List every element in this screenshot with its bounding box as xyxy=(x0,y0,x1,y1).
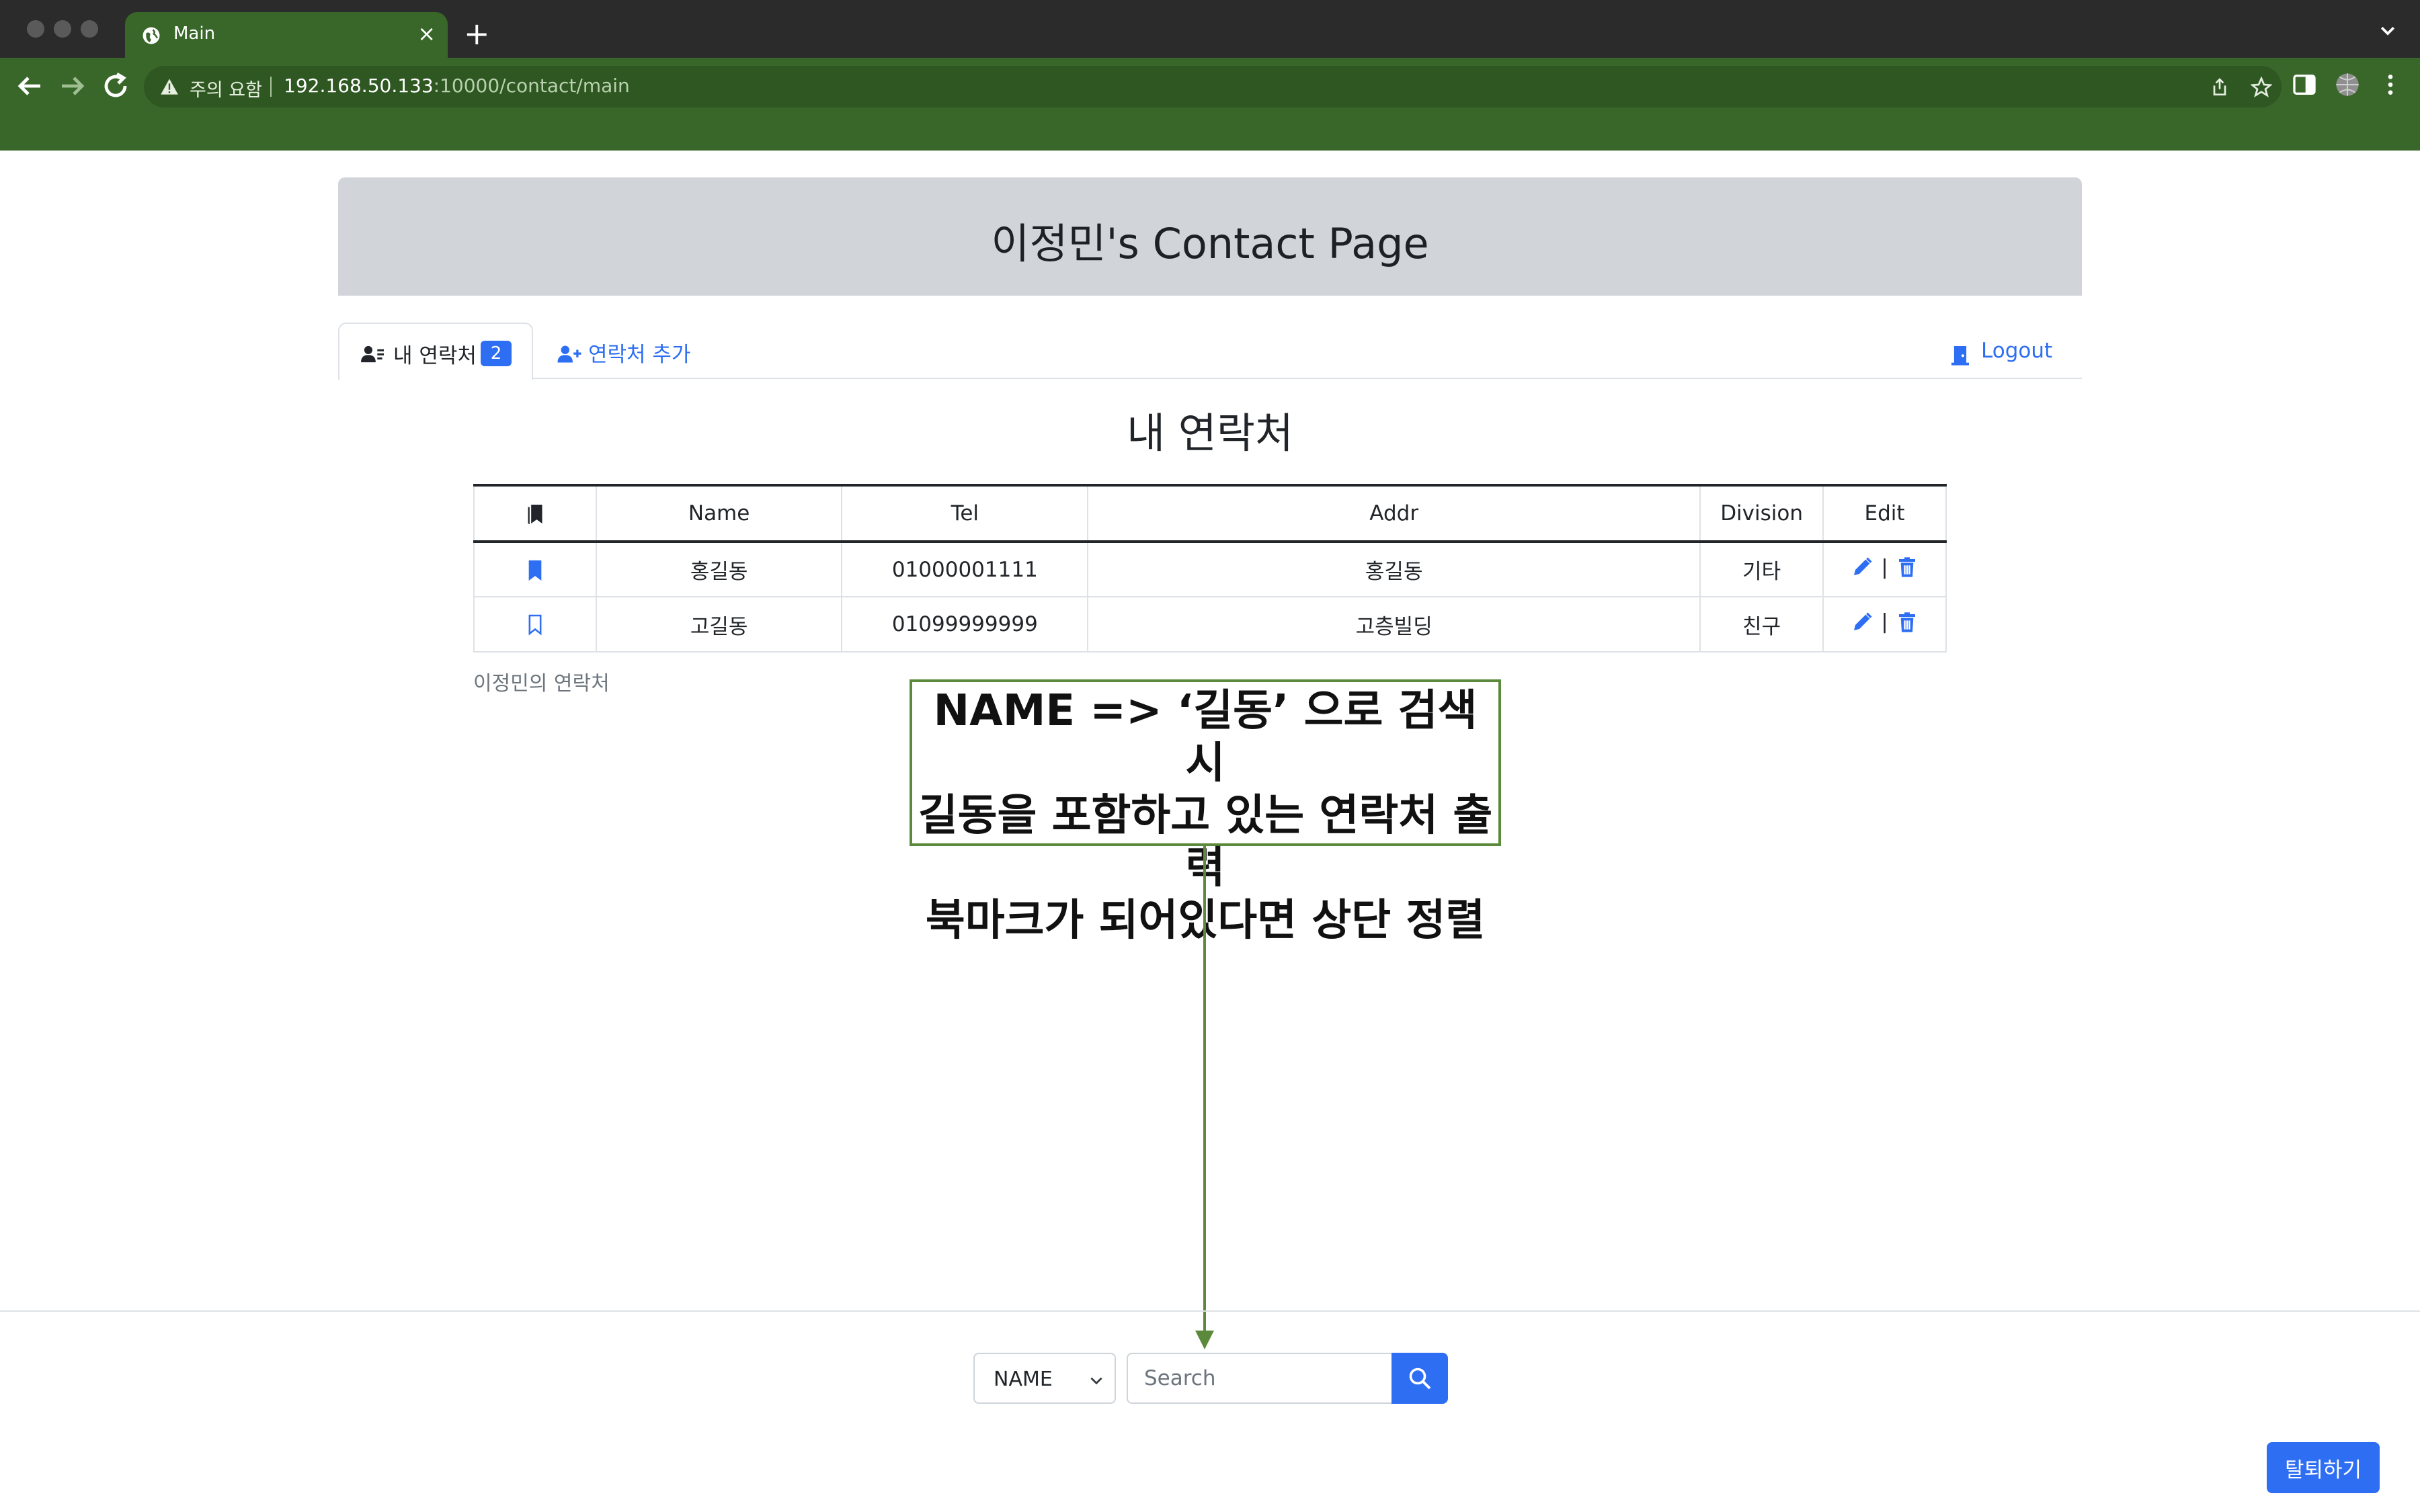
contact-count-badge: 2 xyxy=(481,341,512,366)
column-header-division[interactable]: Division xyxy=(1699,485,1824,543)
column-header-name[interactable]: Name xyxy=(595,485,843,543)
back-arrow-icon[interactable] xyxy=(13,70,46,102)
logout-label: Logout xyxy=(1981,339,2053,363)
trash-icon[interactable] xyxy=(1896,556,1918,578)
new-tab-button[interactable]: + xyxy=(464,15,490,52)
column-header-edit: Edit xyxy=(1822,485,1947,543)
table-row: 홍길동 01000001111 홍길동 기타 | xyxy=(473,541,1947,597)
tab-my-contacts[interactable]: 내 연락처 2 xyxy=(338,323,533,380)
globe-icon xyxy=(143,27,160,44)
side-panel-icon[interactable] xyxy=(2291,71,2318,98)
edit-separator: | xyxy=(1881,555,1888,579)
edit-cell: | xyxy=(1822,541,1947,597)
addr-cell: 홍길동 xyxy=(1087,541,1701,597)
url-host: 192.168.50.133 xyxy=(284,75,434,97)
tab-title: Main xyxy=(173,24,216,44)
more-menu-icon[interactable] xyxy=(2377,71,2404,98)
column-header-tel[interactable]: Tel xyxy=(841,485,1089,543)
page-title: 이정민's Contact Page xyxy=(991,219,1429,268)
edit-cell: | xyxy=(1822,596,1947,653)
user-plus-icon xyxy=(557,345,581,363)
browser-toolbar: 주의 요함 192.168.50.133:10000/contact/main xyxy=(0,58,2420,151)
section-title: 내 연락처 xyxy=(1127,409,1293,458)
footer-divider xyxy=(0,1310,2420,1312)
trash-icon[interactable] xyxy=(1896,612,1918,633)
pencil-icon[interactable] xyxy=(1851,556,1873,578)
table-header-row: Name Tel Addr Division Edit xyxy=(473,485,1947,543)
contact-list-icon xyxy=(361,345,384,363)
addr-cell: 고층빌딩 xyxy=(1087,596,1701,653)
star-icon[interactable] xyxy=(2251,77,2272,98)
nav-tabs: 내 연락처 2 연락처 추가 Logout xyxy=(338,323,2082,380)
annotation-callout: NAME => ‘길동’ 으로 검색 시 길동을 포함하고 있는 연락처 출력 … xyxy=(910,679,1501,946)
reload-icon[interactable] xyxy=(99,70,132,102)
withdraw-account-button[interactable]: 탈퇴하기 xyxy=(2267,1442,2380,1493)
chevron-down-icon xyxy=(1090,1377,1102,1385)
edit-separator: | xyxy=(1881,610,1888,634)
window-zoom-control[interactable] xyxy=(81,20,98,38)
url-text[interactable]: 192.168.50.133:10000/contact/main xyxy=(284,75,630,97)
table-row: 고길동 01099999999 고층빌딩 친구 | xyxy=(473,596,1947,653)
annotation-line: NAME => ‘길동’ 으로 검색 시 xyxy=(933,686,1478,788)
name-cell: 홍길동 xyxy=(595,541,843,597)
window-close-control[interactable] xyxy=(27,20,44,38)
search-field-value: NAME xyxy=(994,1368,1053,1391)
share-icon[interactable] xyxy=(2209,77,2230,98)
contacts-table: Name Tel Addr Division Edit 홍길동 01000001… xyxy=(473,484,1947,653)
browser-tab-main[interactable]: Main × xyxy=(125,12,448,58)
address-separator xyxy=(270,77,272,97)
bookmark-outline-icon[interactable] xyxy=(526,614,544,636)
close-tab-icon[interactable]: × xyxy=(417,20,436,47)
bookmark-filled-icon[interactable] xyxy=(526,559,544,582)
door-icon xyxy=(1951,346,1969,366)
tel-cell: 01099999999 xyxy=(841,596,1089,653)
tab-add-contact-label: 연락처 추가 xyxy=(588,343,691,367)
bookmarks-icon xyxy=(528,505,542,525)
bookmark-cell[interactable] xyxy=(473,596,597,653)
address-bar[interactable]: 주의 요함 192.168.50.133:10000/contact/main xyxy=(144,66,2282,108)
page-header: 이정민's Contact Page xyxy=(338,177,2082,296)
search-input[interactable] xyxy=(1127,1353,1393,1404)
security-warning-label[interactable]: 주의 요함 xyxy=(190,75,262,101)
window-minimize-control[interactable] xyxy=(54,20,71,38)
table-caption: 이정민의 연락처 xyxy=(473,672,610,696)
profile-avatar-icon[interactable] xyxy=(2334,71,2361,98)
annotation-arrow-head xyxy=(1195,1331,1214,1349)
forward-arrow-icon[interactable] xyxy=(56,70,89,102)
bookmark-column-header[interactable] xyxy=(473,485,597,543)
annotation-arrow-line xyxy=(1203,846,1206,1333)
browser-tabstrip: Main × + xyxy=(0,0,2420,58)
tab-my-contacts-label: 내 연락처 xyxy=(393,344,477,368)
tel-cell: 01000001111 xyxy=(841,541,1089,597)
search-button[interactable] xyxy=(1392,1353,1448,1404)
bookmark-cell[interactable] xyxy=(473,541,597,597)
search-field-select[interactable]: NAME xyxy=(973,1353,1116,1404)
division-cell: 기타 xyxy=(1699,541,1824,597)
search-icon xyxy=(1409,1368,1431,1390)
warning-triangle-icon xyxy=(161,79,178,95)
column-header-addr[interactable]: Addr xyxy=(1087,485,1701,543)
pencil-icon[interactable] xyxy=(1851,612,1873,633)
logout-link[interactable]: Logout xyxy=(1951,337,2066,366)
chevron-down-icon[interactable] xyxy=(2376,20,2400,40)
name-cell: 고길동 xyxy=(595,596,843,653)
url-path: :10000/contact/main xyxy=(433,75,630,97)
division-cell: 친구 xyxy=(1699,596,1824,653)
